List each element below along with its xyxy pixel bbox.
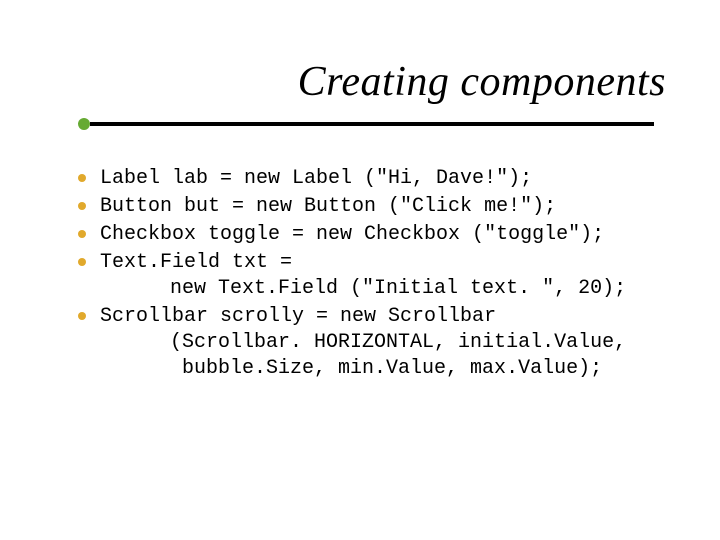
rule-line <box>90 122 654 126</box>
list-item: Scrollbar scrolly = new Scrollbar (Scrol… <box>78 304 680 382</box>
content-area: Label lab = new Label ("Hi, Dave!"); But… <box>78 166 680 384</box>
title-rule <box>78 118 654 130</box>
bullet-icon <box>78 312 86 320</box>
code-line: (Scrollbar. HORIZONTAL, initial.Value, <box>122 330 680 356</box>
bullet-icon <box>78 258 86 266</box>
slide-title: Creating components <box>298 58 666 106</box>
code-line: new Text.Field ("Initial text. ", 20); <box>122 276 680 302</box>
code-line: Checkbox toggle = new Checkbox ("toggle"… <box>100 222 680 248</box>
list-item: Checkbox toggle = new Checkbox ("toggle"… <box>78 222 680 248</box>
rule-accent-dot <box>78 118 90 130</box>
list-item: Button but = new Button ("Click me!"); <box>78 194 680 220</box>
code-line: Text.Field txt = <box>100 250 680 276</box>
list-item: Text.Field txt = new Text.Field ("Initia… <box>78 250 680 302</box>
code-line: Button but = new Button ("Click me!"); <box>100 194 680 220</box>
code-line: Scrollbar scrolly = new Scrollbar <box>100 304 680 330</box>
list-item: Label lab = new Label ("Hi, Dave!"); <box>78 166 680 192</box>
bullet-icon <box>78 174 86 182</box>
code-line: Label lab = new Label ("Hi, Dave!"); <box>100 166 680 192</box>
code-line: bubble.Size, min.Value, max.Value); <box>122 356 680 382</box>
bullet-icon <box>78 202 86 210</box>
bullet-icon <box>78 230 86 238</box>
